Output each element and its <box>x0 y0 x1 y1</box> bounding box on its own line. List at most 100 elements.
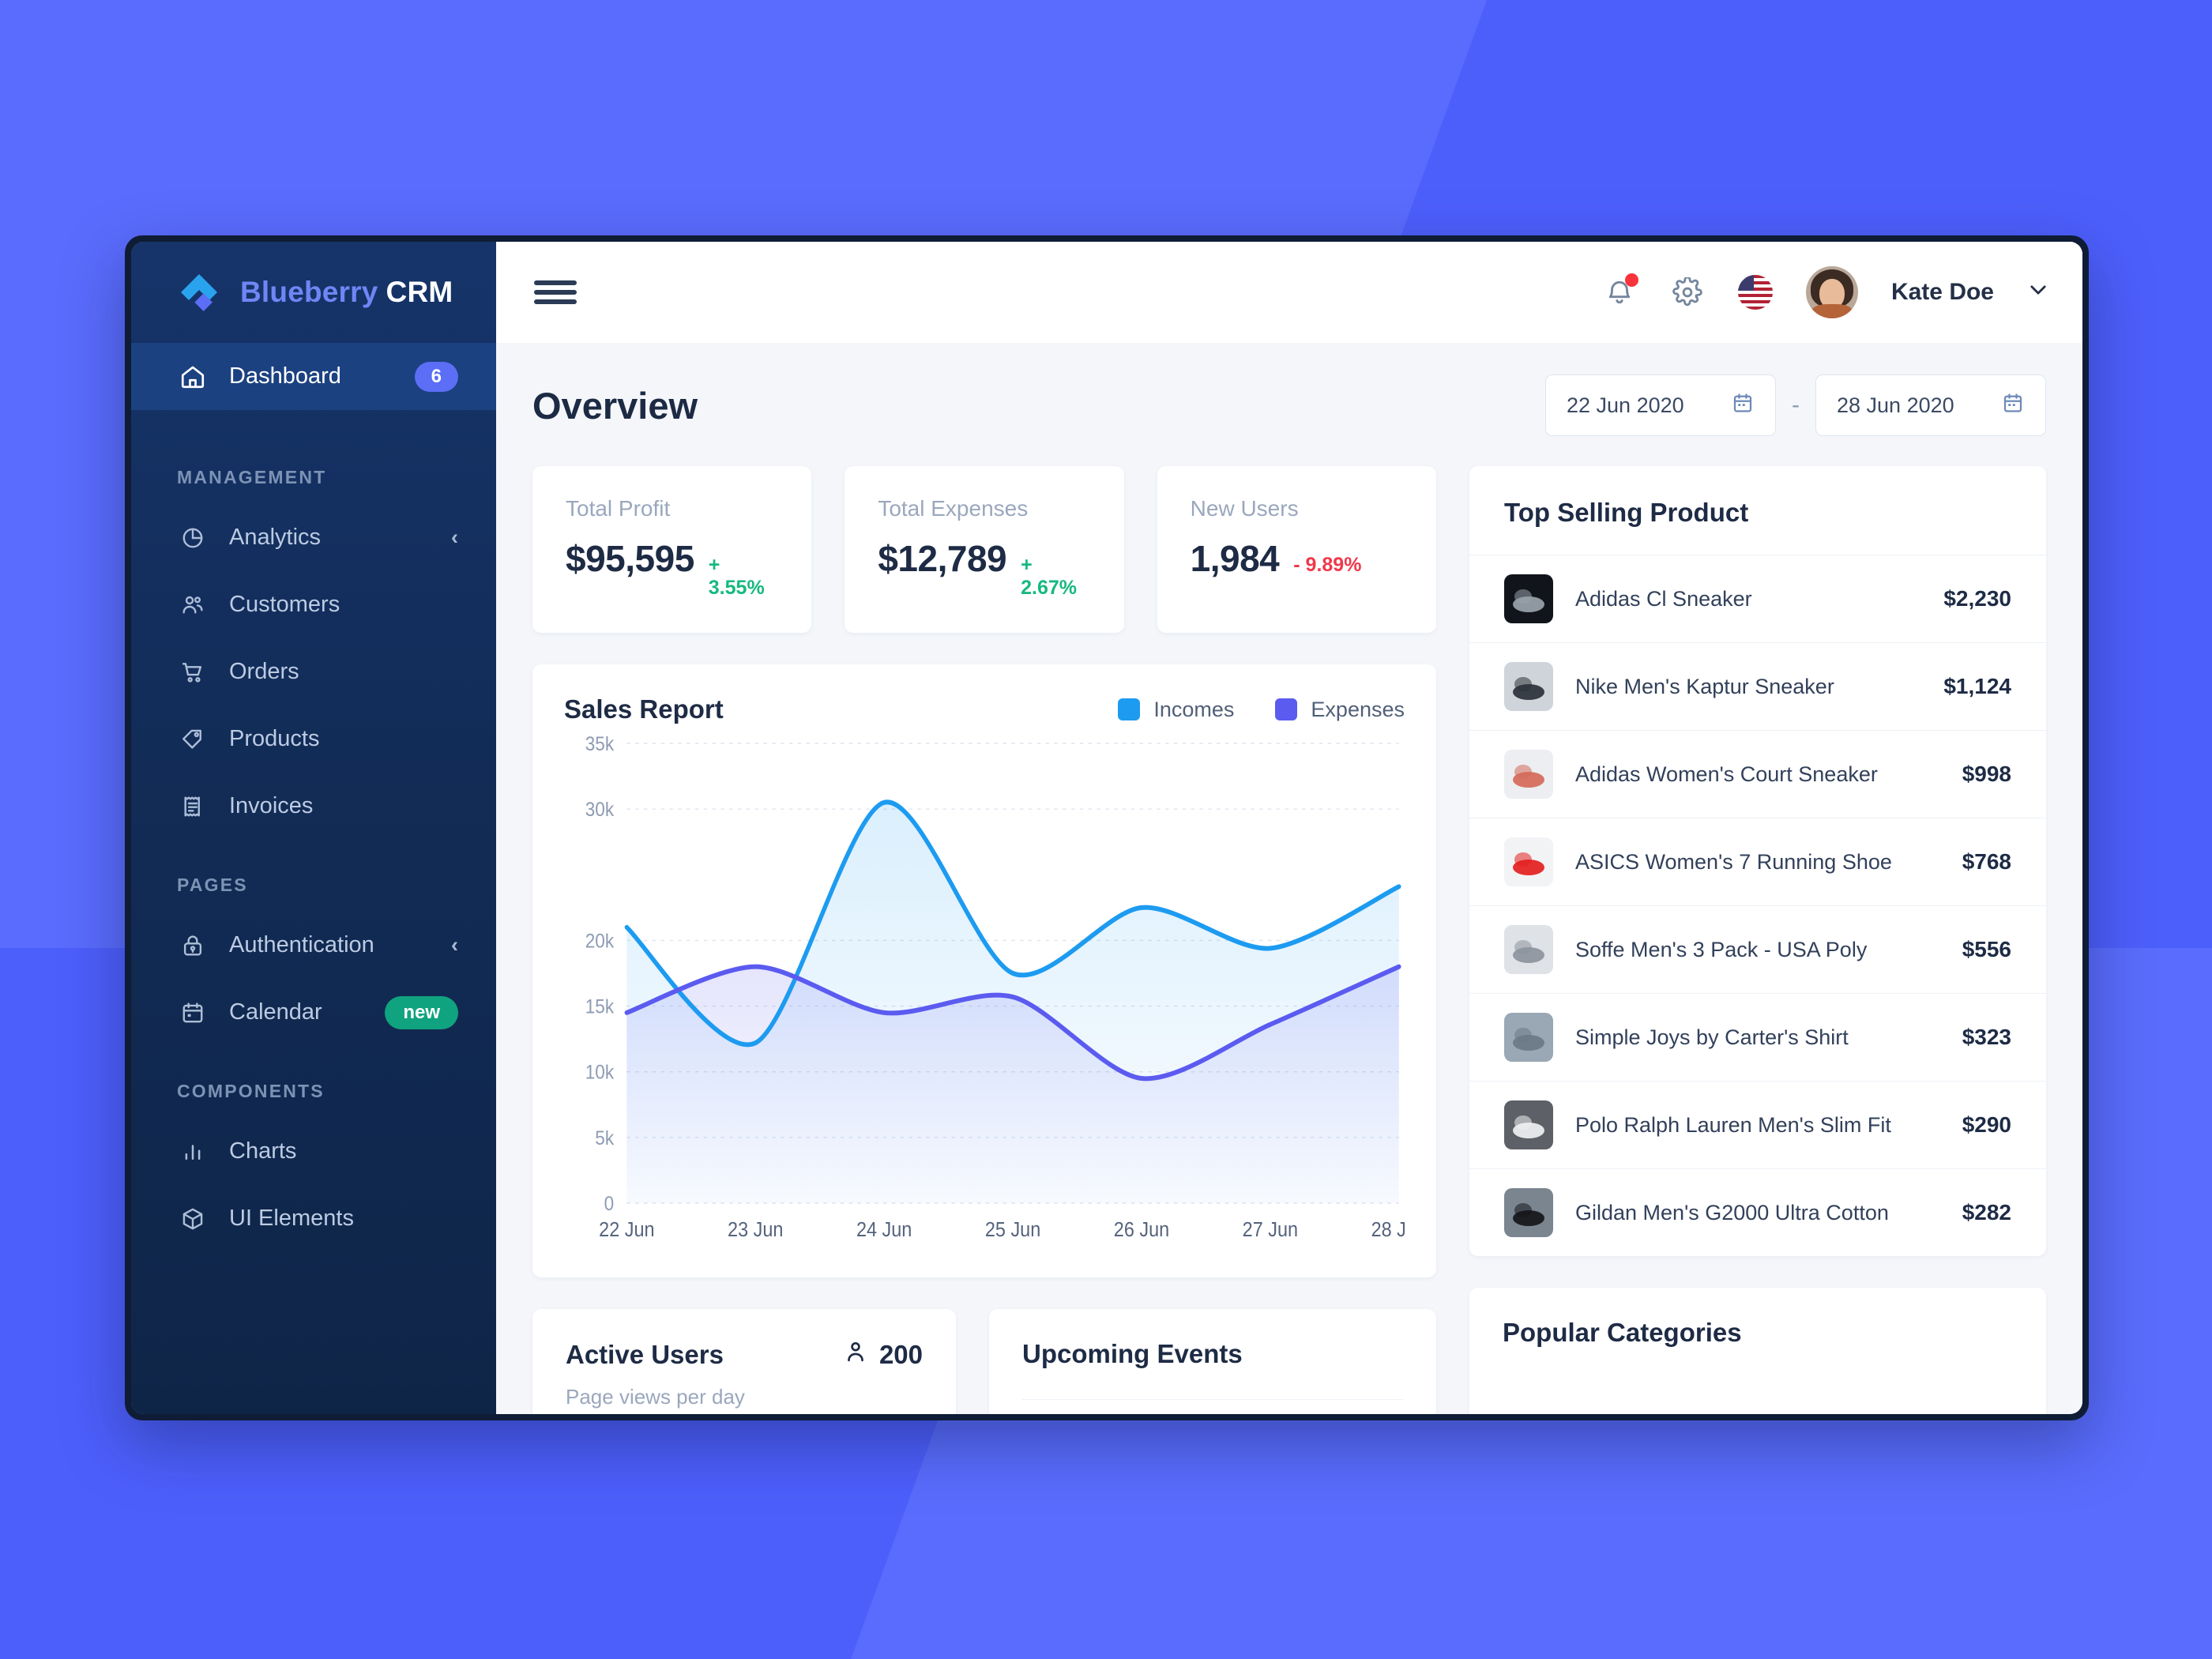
brand[interactable]: Blueberry CRM <box>131 242 496 343</box>
stat-cards: Total Profit $95,595 + 3.55% Total Expen… <box>532 466 1436 633</box>
product-name: Adidas Women's Court Sneaker <box>1575 762 1878 786</box>
list-item[interactable]: Adidas Women's Court Sneaker $998 <box>1469 730 2046 818</box>
product-thumbnail <box>1504 662 1553 711</box>
hamburger-icon[interactable] <box>534 276 577 309</box>
sidebar-item-products[interactable]: Products <box>131 705 496 773</box>
list-item[interactable]: Nike Men's Kaptur Sneaker $1,124 <box>1469 642 2046 730</box>
cart-icon <box>177 656 209 688</box>
product-thumbnail <box>1504 574 1553 623</box>
app-window: Blueberry CRM Dashboard 6 MANAGEMENT Ana… <box>125 235 2089 1420</box>
list-item[interactable]: Polo Ralph Lauren Men's Slim Fit $290 <box>1469 1081 2046 1168</box>
home-icon <box>177 361 209 393</box>
sidebar-item-orders[interactable]: Orders <box>131 638 496 705</box>
sidebar-item-customers[interactable]: Customers <box>131 571 496 638</box>
product-name: Simple Joys by Carter's Shirt <box>1575 1025 1849 1049</box>
svg-text:23 Jun: 23 Jun <box>728 1219 783 1241</box>
gear-icon[interactable] <box>1670 275 1705 310</box>
sales-report-card: Sales Report Incomes Expenses 0 5k 10k 1… <box>532 664 1436 1277</box>
content: Overview 22 Jun 2020 - 28 Jun 2020 Total… <box>496 343 2082 1414</box>
product-price: $556 <box>1962 937 2011 961</box>
chevron-down-icon[interactable] <box>2027 279 2049 307</box>
svg-text:35k: 35k <box>585 733 614 755</box>
product-price: $282 <box>1962 1200 2011 1224</box>
list-item[interactable]: ASICS Women's 7 Running Shoe $768 <box>1469 818 2046 905</box>
product-thumbnail <box>1504 1100 1553 1149</box>
stat-card-total-profit: Total Profit $95,595 + 3.55% <box>532 466 812 633</box>
active-users-card: Active Users 200 Page views per day <box>532 1309 956 1414</box>
product-thumbnail <box>1504 1013 1553 1062</box>
product-thumbnail <box>1504 925 1553 974</box>
brand-name: Blueberry CRM <box>240 276 453 309</box>
chart-legend: Incomes Expenses <box>1118 698 1405 722</box>
pie-chart-icon <box>177 522 209 554</box>
popular-categories-card: Popular Categories <box>1469 1288 2046 1414</box>
product-thumbnail <box>1504 750 1553 799</box>
avatar[interactable] <box>1805 266 1858 318</box>
sidebar-item-label: Analytics <box>229 525 322 550</box>
sidebar-item-label: Orders <box>229 659 299 684</box>
brand-word-1: Blueberry <box>240 276 378 308</box>
sidebar-item-ui-elements[interactable]: UI Elements <box>131 1185 496 1252</box>
date-from-input[interactable]: 22 Jun 2020 <box>1545 374 1776 436</box>
bottom-cards-row: Active Users 200 Page views per day Upco… <box>532 1309 1436 1414</box>
cube-icon <box>177 1203 209 1235</box>
divider <box>1022 1399 1403 1414</box>
product-price: $1,124 <box>1943 674 2011 698</box>
legend-label: Expenses <box>1311 697 1405 721</box>
notification-dot <box>1624 273 1638 287</box>
sidebar-item-label: Customers <box>229 592 340 617</box>
calendar-icon <box>2001 391 2025 420</box>
sales-report-chart[interactable]: 0 5k 10k 15k 20k 30k 35k 22 Jun 23 Jun 24 Jun 25 J… <box>564 732 1405 1254</box>
svg-text:27 Jun: 27 Jun <box>1243 1219 1298 1241</box>
list-item[interactable]: Simple Joys by Carter's Shirt $323 <box>1469 993 2046 1081</box>
legend-item-expenses[interactable]: Expenses <box>1275 698 1405 722</box>
sidebar-section-pages: PAGES <box>177 875 248 895</box>
legend-item-incomes[interactable]: Incomes <box>1118 698 1234 722</box>
sidebar-item-analytics[interactable]: Analytics ‹ <box>131 504 496 571</box>
svg-text:30k: 30k <box>585 799 614 821</box>
product-thumbnail <box>1504 837 1553 886</box>
brand-word-2: CRM <box>386 276 453 308</box>
dashboard-badge: 6 <box>414 361 458 392</box>
sidebar-item-label: Authentication <box>229 932 374 957</box>
product-price: $290 <box>1962 1112 2011 1137</box>
active-users-subtitle: Page views per day <box>566 1385 745 1409</box>
bell-icon[interactable] <box>1602 273 1638 310</box>
us-flag-icon[interactable] <box>1737 275 1773 310</box>
sidebar-section-management: MANAGEMENT <box>177 467 327 487</box>
sidebar-item-dashboard[interactable]: Dashboard 6 <box>131 343 496 410</box>
sidebar-item-charts[interactable]: Charts <box>131 1118 496 1185</box>
sidebar-item-authentication[interactable]: Authentication ‹ <box>131 912 496 979</box>
date-range-picker: 22 Jun 2020 - 28 Jun 2020 <box>1545 374 2046 436</box>
topbar: Kate Doe <box>496 242 2082 343</box>
svg-text:5k: 5k <box>595 1127 614 1149</box>
page-title: Overview <box>532 384 698 427</box>
chevron-left-icon[interactable]: ‹ <box>451 933 458 957</box>
legend-swatch <box>1275 698 1298 720</box>
stat-card-new-users: New Users 1,984 - 9.89% <box>1157 466 1436 633</box>
person-icon <box>843 1339 868 1371</box>
date-to-input[interactable]: 28 Jun 2020 <box>1815 374 2046 436</box>
sidebar-item-invoices[interactable]: Invoices <box>131 773 496 840</box>
product-name: Gildan Men's G2000 Ultra Cotton <box>1575 1200 1889 1224</box>
sidebar-item-calendar[interactable]: Calendar new <box>131 979 496 1046</box>
sidebar: Blueberry CRM Dashboard 6 MANAGEMENT Ana… <box>131 242 496 1414</box>
calendar-new-badge: new <box>385 995 458 1029</box>
calendar-icon <box>177 997 209 1029</box>
top-selling-title: Top Selling Product <box>1504 498 1749 527</box>
stat-label: Total Expenses <box>878 496 1029 521</box>
product-name: Polo Ralph Lauren Men's Slim Fit <box>1575 1112 1891 1137</box>
bar-chart-icon <box>177 1136 209 1168</box>
list-item[interactable]: Gildan Men's G2000 Ultra Cotton $282 <box>1469 1168 2046 1256</box>
list-item[interactable]: Soffe Men's 3 Pack - USA Poly $556 <box>1469 905 2046 993</box>
sidebar-item-label: Charts <box>229 1138 297 1164</box>
date-from-value: 22 Jun 2020 <box>1567 393 1684 417</box>
svg-text:24 Jun: 24 Jun <box>856 1219 912 1241</box>
list-item[interactable]: Adidas Cl Sneaker $2,230 <box>1469 555 2046 642</box>
top-selling-list: Adidas Cl Sneaker $2,230 Nike Men's Kaptur… <box>1469 555 2046 1256</box>
stat-delta: - 9.89% <box>1293 554 1362 576</box>
sidebar-item-label: Dashboard <box>229 363 341 389</box>
svg-text:0: 0 <box>604 1193 615 1215</box>
product-name: Nike Men's Kaptur Sneaker <box>1575 674 1834 698</box>
chevron-left-icon[interactable]: ‹ <box>451 525 458 550</box>
